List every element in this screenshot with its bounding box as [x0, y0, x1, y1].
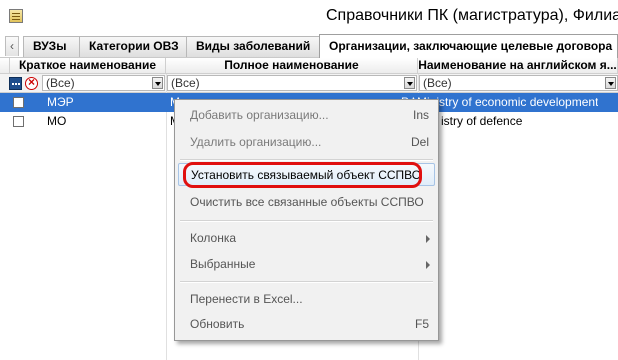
tab-vuzy[interactable]: ВУЗы — [23, 36, 80, 57]
menu-item-label: Обновить — [190, 317, 245, 331]
menu-separator — [180, 281, 433, 283]
cell-short-name: МО — [47, 114, 67, 128]
clear-filter-icon[interactable] — [25, 75, 38, 90]
filter-short-name-value: (Все) — [46, 76, 75, 90]
menu-item-refresh[interactable]: Обновить F5 — [178, 313, 435, 336]
menu-item-shortcut: Del — [410, 135, 429, 149]
highlight-annotation — [183, 162, 422, 188]
tab-organizations[interactable]: Организации, заключающие целевые договор… — [319, 34, 618, 58]
cell-english-name: Ministry of economic development — [417, 95, 599, 109]
row-checkbox[interactable] — [13, 97, 24, 108]
column-header-short-name[interactable]: Краткое наименование — [10, 58, 166, 74]
filter-row: (Все) (Все) (Все) — [0, 74, 618, 93]
menu-item-clear-linked-objects[interactable]: Очистить все связанные объекты ССПВО — [178, 191, 435, 214]
column-header-full-name[interactable]: Полное наименование — [166, 58, 418, 74]
menu-item-column[interactable]: Колонка — [178, 227, 435, 250]
filter-full-name[interactable]: (Все) — [167, 75, 417, 91]
menu-item-shortcut: F5 — [414, 317, 429, 331]
menu-item-label: Добавить организацию... — [190, 108, 329, 122]
submenu-arrow-icon — [426, 261, 430, 269]
chevron-down-icon[interactable] — [152, 77, 163, 89]
row-checkbox[interactable] — [13, 116, 24, 127]
filter-full-name-value: (Все) — [171, 76, 200, 90]
submenu-arrow-icon — [426, 235, 430, 243]
window-title: Справочники ПК (магистратура), Филиал= — [326, 7, 618, 24]
menu-item-label: Очистить все связанные объекты ССПВО — [190, 195, 424, 209]
tab-strip: ‹ ВУЗы Категории ОВЗ Виды заболеваний Ор… — [0, 33, 618, 58]
filter-english-name[interactable]: (Все) — [419, 75, 618, 91]
menu-separator — [180, 220, 433, 222]
context-menu: Добавить организацию... Ins Удалить орга… — [174, 99, 439, 341]
tab-diseases[interactable]: Виды заболеваний — [186, 36, 320, 57]
header-corner — [0, 58, 10, 74]
menu-item-label: Перенести в Excel... — [190, 292, 303, 306]
menu-item-label: Удалить организацию... — [190, 135, 322, 149]
filter-english-name-value: (Все) — [423, 76, 452, 90]
menu-item-shortcut: Ins — [412, 108, 429, 122]
title-bar: Справочники ПК (магистратура), Филиал= — [0, 0, 618, 34]
cell-english-name: istry of defence — [441, 114, 523, 128]
tab-scroll-left-icon[interactable]: ‹ — [5, 36, 19, 56]
chevron-down-icon[interactable] — [605, 77, 616, 89]
filter-options-icon[interactable] — [9, 77, 22, 90]
menu-separator — [180, 159, 433, 161]
menu-item-add-organization[interactable]: Добавить организацию... Ins — [178, 104, 435, 127]
menu-item-export-excel[interactable]: Перенести в Excel... — [178, 288, 435, 311]
chevron-down-icon[interactable] — [404, 77, 415, 89]
column-header-english-name[interactable]: Наименование на английском я... — [418, 58, 618, 74]
app-icon — [9, 9, 23, 23]
menu-item-selected[interactable]: Выбранные — [178, 253, 435, 276]
filter-short-name[interactable]: (Все) — [42, 75, 165, 91]
menu-item-delete-organization[interactable]: Удалить организацию... Del — [178, 131, 435, 154]
menu-item-label: Колонка — [190, 231, 237, 245]
tab-ovz-categories[interactable]: Категории ОВЗ — [79, 36, 187, 57]
menu-item-label: Выбранные — [190, 257, 256, 271]
cell-short-name: МЭР — [47, 95, 74, 109]
